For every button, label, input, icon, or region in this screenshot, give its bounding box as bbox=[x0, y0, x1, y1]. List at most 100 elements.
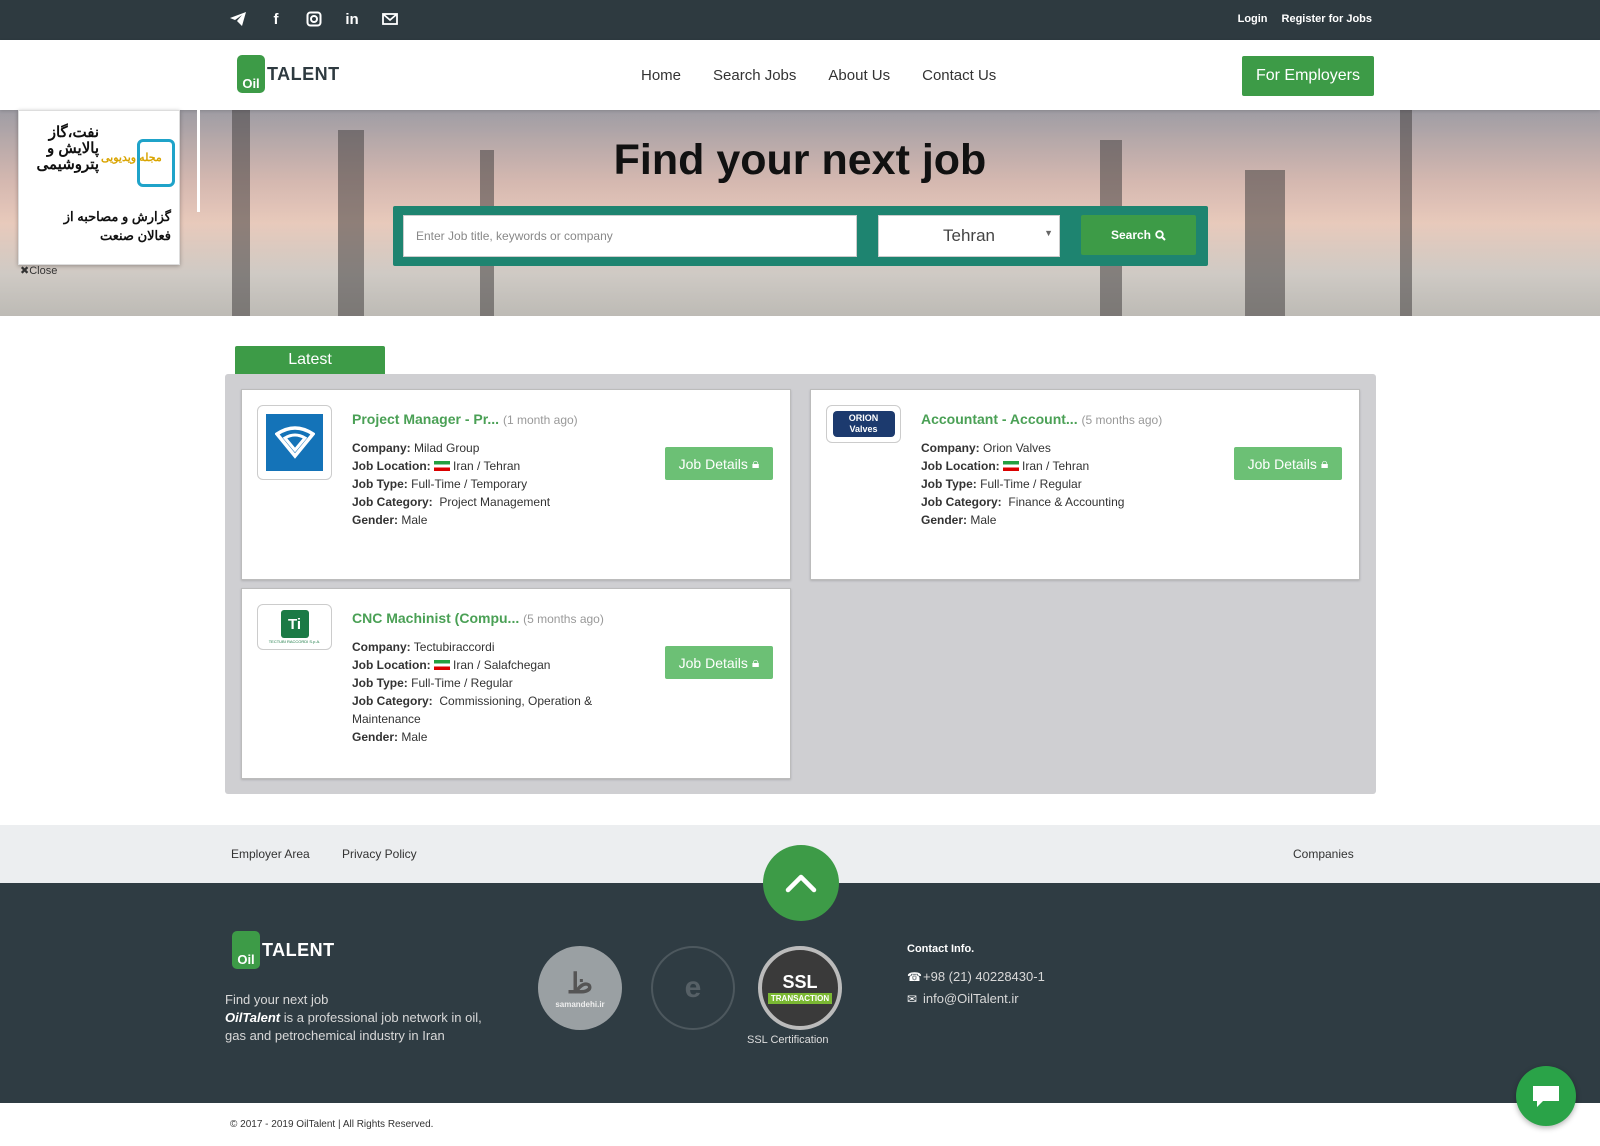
job-category-row: Job Category: Project Management bbox=[352, 493, 602, 511]
mail-icon[interactable] bbox=[380, 8, 400, 30]
hero-banner: Find your next job Tehran ▼ Search bbox=[0, 110, 1600, 316]
job-location: Iran / Salafchegan bbox=[453, 658, 551, 672]
refinery-stack bbox=[1245, 170, 1285, 316]
footer-brand-name: OilTalent bbox=[225, 1010, 281, 1025]
job-company: Milad Group bbox=[414, 441, 480, 455]
ad-title: نفت،گاز پالایش و پتروشیمی bbox=[36, 124, 100, 173]
nav-contact-us[interactable]: Contact Us bbox=[922, 67, 996, 84]
job-gender-row: Gender: Male bbox=[921, 511, 1171, 529]
lock-icon: 🔒︎ bbox=[1320, 455, 1329, 471]
instagram-icon[interactable] bbox=[304, 8, 324, 30]
footer-about: OilTalent is a professional job network … bbox=[225, 1009, 485, 1045]
tv-icon bbox=[137, 139, 175, 187]
ssl-seal[interactable]: SSL TRANSACTION bbox=[755, 928, 845, 1048]
linkedin-icon[interactable]: in bbox=[342, 8, 362, 30]
job-gender-row: Gender: Male bbox=[352, 728, 602, 746]
job-company: Orion Valves bbox=[983, 441, 1051, 455]
company-logo[interactable]: ORION Valves bbox=[826, 405, 901, 443]
ssl-seal-sub: TRANSACTION bbox=[767, 993, 833, 1004]
employer-area-link[interactable]: Employer Area bbox=[231, 847, 310, 861]
magazine-ad[interactable]: نفت،گاز پالایش و پتروشیمی مجله ویدیویی گ… bbox=[18, 110, 180, 265]
job-info: Accountant - Account... (5 months ago) C… bbox=[921, 410, 1171, 529]
job-title-text[interactable]: Project Manager - Pr... bbox=[352, 411, 499, 427]
job-location-row: Job Location: Iran / Tehran bbox=[352, 457, 602, 475]
job-card: ORION Valves Accountant - Account... (5 m… bbox=[810, 389, 1360, 580]
job-title[interactable]: Accountant - Account... (5 months ago) bbox=[921, 410, 1171, 429]
chat-button[interactable] bbox=[1516, 1066, 1576, 1126]
samandehi-seal-icon: ظ samandehi.ir bbox=[538, 946, 622, 1030]
job-details-label: Job Details bbox=[678, 654, 748, 671]
job-info: Project Manager - Pr... (1 month ago) Co… bbox=[352, 410, 602, 529]
company-label: Company: bbox=[352, 640, 411, 654]
mail-icon: ✉︎ bbox=[907, 992, 918, 1006]
privacy-policy-link[interactable]: Privacy Policy bbox=[342, 847, 417, 861]
ad-close-label: Close bbox=[29, 265, 58, 277]
tectubi-logo-caption: TECTUBI RACCORDI S.p.A. bbox=[268, 639, 321, 644]
copyright: © 2017 - 2019 OilTalent | All Rights Res… bbox=[230, 1119, 434, 1130]
job-location: Iran / Tehran bbox=[1022, 459, 1090, 473]
scroll-to-top-button[interactable] bbox=[763, 845, 839, 921]
job-title[interactable]: Project Manager - Pr... (1 month ago) bbox=[352, 410, 602, 429]
company-logo[interactable]: Ti TECTUBI RACCORDI S.p.A. bbox=[257, 604, 332, 650]
iran-flag-icon bbox=[434, 660, 451, 670]
caret-down-icon: ▼ bbox=[1044, 228, 1053, 238]
ssl-seal-text: SSL bbox=[782, 972, 818, 992]
samandehi-seal[interactable]: ظ samandehi.ir bbox=[535, 928, 625, 1048]
facebook-icon[interactable]: f bbox=[266, 8, 286, 30]
companies-link[interactable]: Companies bbox=[1293, 847, 1354, 861]
latest-jobs-panel: Project Manager - Pr... (1 month ago) Co… bbox=[225, 374, 1376, 794]
job-gender: Male bbox=[401, 730, 428, 744]
site-logo[interactable]: Oil TALENT bbox=[237, 54, 343, 94]
iran-flag-icon bbox=[434, 461, 451, 471]
job-title-text[interactable]: Accountant - Account... bbox=[921, 411, 1078, 427]
ssl-caption: SSL Certification bbox=[747, 1034, 829, 1046]
lock-icon: 🔒︎ bbox=[751, 455, 760, 471]
contact-phone[interactable]: +98 (21) 40228430-1 bbox=[923, 969, 1045, 984]
keyword-search-input[interactable] bbox=[403, 215, 857, 257]
login-link[interactable]: Login bbox=[1238, 13, 1268, 25]
register-link[interactable]: Register for Jobs bbox=[1282, 13, 1372, 25]
search-button[interactable]: Search bbox=[1081, 215, 1196, 255]
logo-badge: Oil bbox=[237, 55, 265, 93]
company-label: Company: bbox=[921, 441, 980, 455]
job-title-text[interactable]: CNC Machinist (Compu... bbox=[352, 610, 519, 626]
footer-logo[interactable]: Oil TALENT bbox=[232, 930, 338, 970]
location-select[interactable]: Tehran ▼ bbox=[878, 215, 1060, 257]
for-employers-button[interactable]: For Employers bbox=[1242, 56, 1374, 96]
gender-label: Gender: bbox=[921, 513, 968, 527]
enamad-seal[interactable]: e bbox=[648, 928, 738, 1048]
footer-tagline: Find your next job bbox=[225, 992, 329, 1007]
nav-about-us[interactable]: About Us bbox=[828, 67, 890, 84]
contact-info: Contact Info. ☎︎+98 (21) 40228430-1 ✉︎ in… bbox=[907, 938, 1045, 1010]
job-title[interactable]: CNC Machinist (Compu... (5 months ago) bbox=[352, 609, 604, 628]
job-gender-row: Gender: Male bbox=[352, 511, 602, 529]
job-type: Full-Time / Regular bbox=[411, 676, 513, 690]
job-details-button[interactable]: Job Details 🔒︎ bbox=[1234, 447, 1342, 480]
logo-badge: Oil bbox=[232, 931, 260, 969]
orion-logo-line2: Valves bbox=[849, 424, 878, 434]
phone-icon: ☎︎ bbox=[907, 970, 922, 984]
footer-description: Find your next job OilTalent is a profes… bbox=[225, 991, 485, 1045]
location-label: Job Location: bbox=[352, 459, 431, 473]
job-type: Full-Time / Regular bbox=[980, 477, 1082, 491]
tab-latest[interactable]: Latest bbox=[235, 346, 385, 374]
ssl-seal-icon: SSL TRANSACTION bbox=[758, 946, 842, 1030]
nav-home[interactable]: Home bbox=[641, 67, 681, 84]
nav-search-jobs[interactable]: Search Jobs bbox=[713, 67, 796, 84]
ad-subtitle: گزارش و مصاحبه از فعالان صنعت bbox=[63, 209, 171, 243]
ad-close-button[interactable]: ✖Close bbox=[20, 264, 57, 277]
contact-email-row: ✉︎ info@OilTalent.ir bbox=[907, 988, 1045, 1010]
main-nav: Home Search Jobs About Us Contact Us bbox=[641, 67, 996, 84]
company-logo[interactable] bbox=[257, 405, 332, 480]
search-button-label: Search bbox=[1110, 228, 1152, 242]
job-category-row: Job Category: Finance & Accounting bbox=[921, 493, 1171, 511]
job-details-button[interactable]: Job Details 🔒︎ bbox=[665, 447, 773, 480]
telegram-icon[interactable] bbox=[228, 8, 248, 30]
location-label: Job Location: bbox=[352, 658, 431, 672]
job-type-row: Job Type: Full-Time / Regular bbox=[921, 475, 1171, 493]
chat-icon bbox=[1533, 1086, 1559, 1107]
contact-email[interactable]: info@OilTalent.ir bbox=[923, 991, 1019, 1006]
type-label: Job Type: bbox=[352, 477, 408, 491]
job-type-row: Job Type: Full-Time / Regular bbox=[352, 674, 602, 692]
job-details-button[interactable]: Job Details 🔒︎ bbox=[665, 646, 773, 679]
